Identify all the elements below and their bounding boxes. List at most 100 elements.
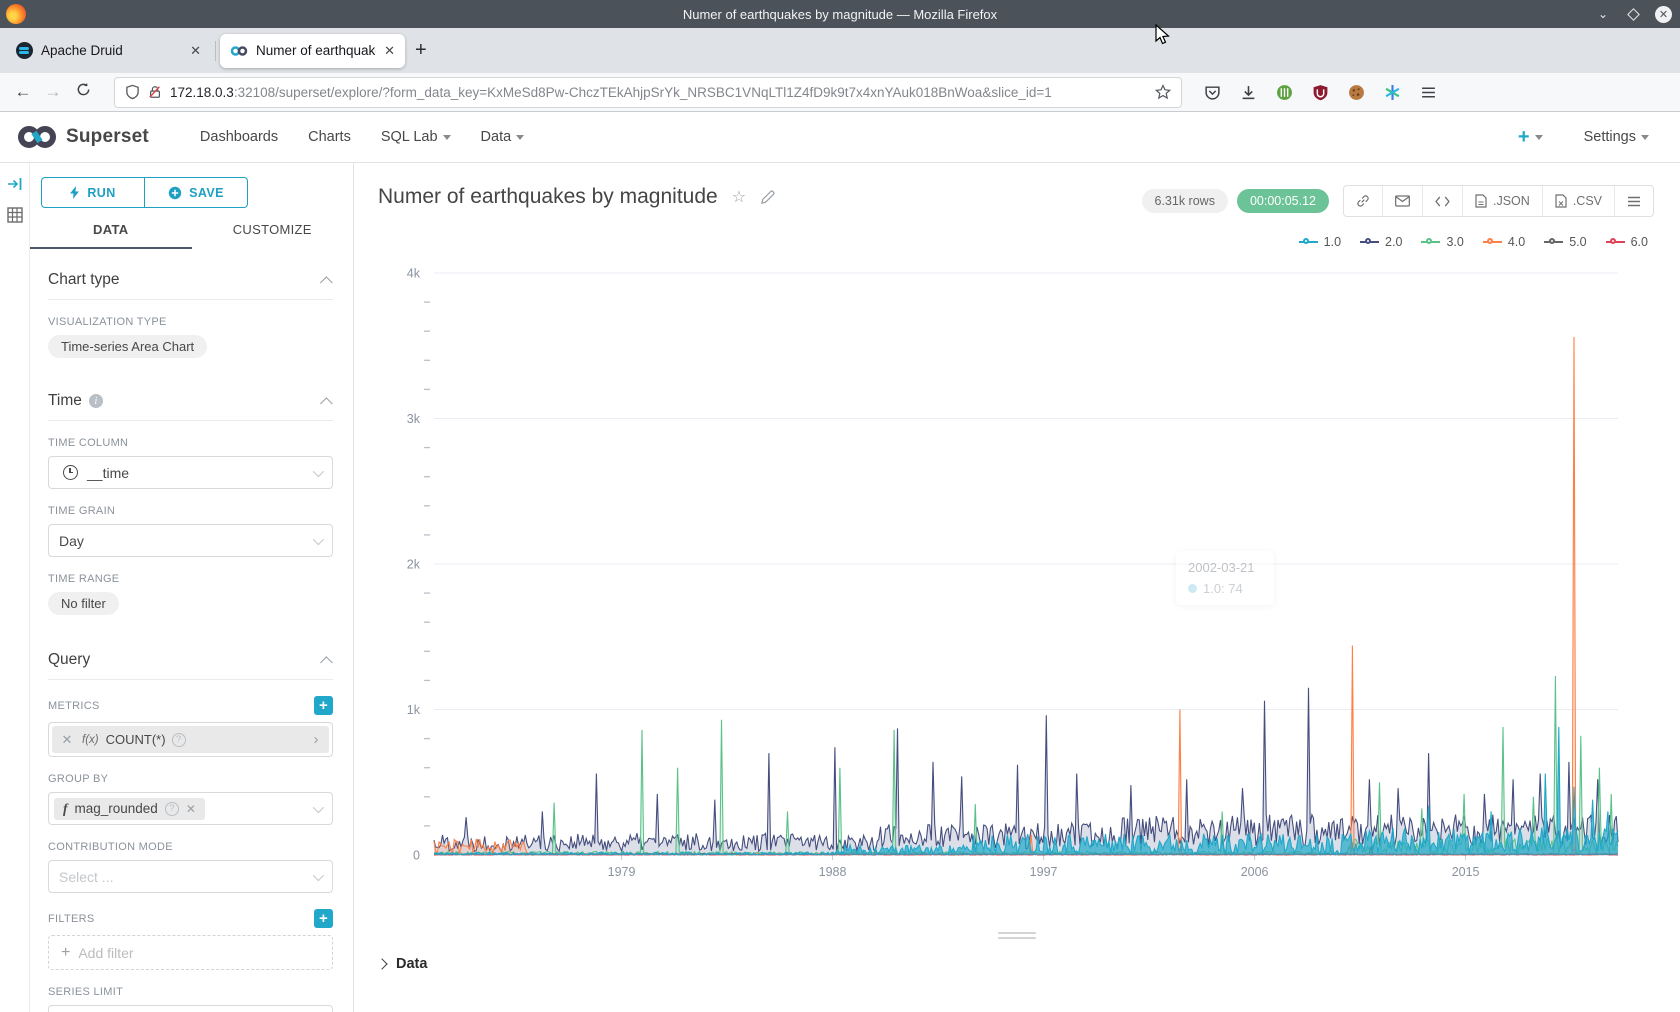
export-csv-button[interactable]: .CSV [1543, 186, 1615, 216]
timeseries-area-chart[interactable]: 01k2k3k4k19791988199720062015 [380, 250, 1680, 895]
screen: Numer of earthquakes by magnitude — Mozi… [0, 0, 1680, 1012]
chevron-down-icon [516, 135, 524, 140]
legend-item-3.0[interactable]: 3.0 [1421, 235, 1463, 249]
legend-item-1.0[interactable]: 1.0 [1299, 235, 1341, 249]
copy-link-button[interactable] [1344, 186, 1383, 216]
time-grain-select[interactable]: Day [48, 524, 333, 557]
privacy-badger-icon[interactable] [1276, 84, 1293, 101]
data-panel-toggle[interactable]: Data [378, 956, 427, 972]
contribution-mode-label: CONTRIBUTION MODE [48, 841, 333, 853]
section-query[interactable]: Query [48, 629, 333, 680]
export-json-button[interactable]: .JSON [1463, 186, 1543, 216]
tab-close-icon[interactable]: ✕ [190, 43, 201, 59]
legend-item-4.0[interactable]: 4.0 [1483, 235, 1525, 249]
reload-icon[interactable] [68, 82, 98, 102]
group-by-select[interactable]: f mag_rounded ? ✕ [48, 792, 333, 825]
edit-pencil-icon[interactable] [760, 190, 775, 205]
chevron-up-icon [320, 397, 333, 410]
legend-item-6.0[interactable]: 6.0 [1606, 235, 1648, 249]
forward-icon[interactable]: → [38, 82, 68, 102]
legend-label: 4.0 [1508, 235, 1525, 249]
lock-disabled-icon[interactable] [148, 84, 162, 100]
run-button[interactable]: RUN [41, 177, 144, 208]
svg-text:1988: 1988 [819, 865, 847, 879]
window-close-icon[interactable]: ✕ [1655, 6, 1672, 23]
window-minimize-icon[interactable]: ⌄ [1595, 6, 1611, 22]
svg-text:1k: 1k [407, 703, 421, 717]
url-bar[interactable]: 172.18.0.3:32108/superset/explore/?form_… [114, 77, 1182, 108]
viz-type-label: VISUALIZATION TYPE [48, 316, 333, 328]
series-dot-icon [1188, 584, 1197, 593]
chevron-down-icon [443, 135, 451, 140]
query-timer-badge: 00:00:05.12 [1237, 189, 1329, 213]
legend-item-2.0[interactable]: 2.0 [1360, 235, 1402, 249]
tab-close-icon[interactable]: ✕ [384, 43, 395, 59]
section-chart-type[interactable]: Chart type [48, 249, 333, 300]
envelope-icon [1395, 195, 1410, 207]
collapse-panel-icon[interactable] [7, 177, 23, 191]
group-by-pill[interactable]: f mag_rounded ? ✕ [54, 798, 205, 820]
menu-icon[interactable] [1420, 84, 1437, 101]
nav-settings[interactable]: Settings [1584, 129, 1649, 145]
file-x-icon [1555, 194, 1567, 208]
chevron-down-icon [313, 802, 324, 813]
legend-marker-icon [1421, 237, 1440, 247]
dataset-grid-icon[interactable] [7, 207, 23, 223]
clock-icon [63, 465, 78, 480]
multi-account-icon[interactable] [1384, 84, 1401, 101]
save-button[interactable]: SAVE [144, 177, 248, 208]
new-tab-button[interactable]: + [415, 39, 427, 62]
contribution-mode-select[interactable]: Select ... [48, 860, 333, 893]
email-button[interactable] [1383, 186, 1423, 216]
cookie-icon[interactable] [1348, 84, 1365, 101]
downloads-icon[interactable] [1240, 84, 1257, 101]
new-item-button[interactable]: + [1518, 126, 1543, 149]
chart-legend: 1.0 2.0 3.0 4.0 5.0 6.0 [1299, 235, 1648, 249]
back-icon[interactable]: ← [8, 82, 38, 102]
svg-text:2015: 2015 [1452, 865, 1480, 879]
plus-circle-icon [168, 186, 182, 200]
ublock-icon[interactable] [1312, 84, 1329, 101]
add-metric-button[interactable]: + [314, 696, 333, 715]
chevron-down-icon [313, 534, 324, 545]
shield-icon[interactable] [125, 84, 140, 100]
remove-icon[interactable]: ✕ [186, 802, 196, 816]
section-time[interactable]: Time i [48, 370, 333, 421]
chevron-up-icon [320, 276, 333, 289]
more-options-button[interactable] [1615, 186, 1653, 216]
url-text[interactable]: 172.18.0.3:32108/superset/explore/?form_… [170, 85, 1155, 100]
add-filter-dropzone[interactable]: + Add filter [48, 935, 333, 970]
svg-text:2006: 2006 [1241, 865, 1269, 879]
embed-code-button[interactable] [1423, 186, 1463, 216]
superset-navbar: Superset Dashboards Charts SQL Lab Data … [0, 112, 1680, 163]
chevron-right-icon[interactable]: › [303, 731, 329, 748]
time-range-pill[interactable]: No filter [48, 592, 119, 615]
window-title: Numer of earthquakes by magnitude — Mozi… [0, 7, 1680, 22]
nav-data[interactable]: Data [481, 129, 525, 145]
chevron-down-icon [313, 466, 324, 477]
chart-title: Numer of earthquakes by magnitude [378, 185, 718, 209]
pocket-icon[interactable] [1204, 84, 1221, 101]
superset-logo[interactable]: Superset [16, 124, 149, 150]
chevron-down-icon [1641, 135, 1649, 140]
tab-earthquakes[interactable]: Numer of earthquakes by ✕ [220, 34, 405, 68]
viz-type-pill[interactable]: Time-series Area Chart [48, 335, 207, 358]
bookmark-star-icon[interactable] [1155, 84, 1171, 100]
tab-apache-druid[interactable]: Apache Druid ✕ [6, 34, 211, 68]
time-column-select[interactable]: __time [48, 456, 333, 489]
panel-resize-handle[interactable] [998, 929, 1036, 942]
legend-item-5.0[interactable]: 5.0 [1544, 235, 1586, 249]
metric-control[interactable]: ✕ f(x) COUNT(*) ? › [48, 722, 333, 757]
remove-metric-icon[interactable]: ✕ [52, 732, 82, 748]
nav-dashboards[interactable]: Dashboards [200, 129, 278, 145]
nav-charts[interactable]: Charts [308, 129, 351, 145]
tab-data[interactable]: DATA [30, 222, 192, 249]
series-limit-select[interactable]: Select ... [48, 1005, 333, 1012]
add-filter-button[interactable]: + [314, 909, 333, 928]
favorite-star-icon[interactable]: ☆ [732, 187, 746, 207]
control-tabs: DATA CUSTOMIZE [30, 222, 353, 249]
window-maximize-icon[interactable] [1625, 6, 1641, 22]
side-rail [0, 163, 30, 1012]
tab-customize[interactable]: CUSTOMIZE [192, 222, 354, 249]
nav-sql-lab[interactable]: SQL Lab [381, 129, 451, 145]
